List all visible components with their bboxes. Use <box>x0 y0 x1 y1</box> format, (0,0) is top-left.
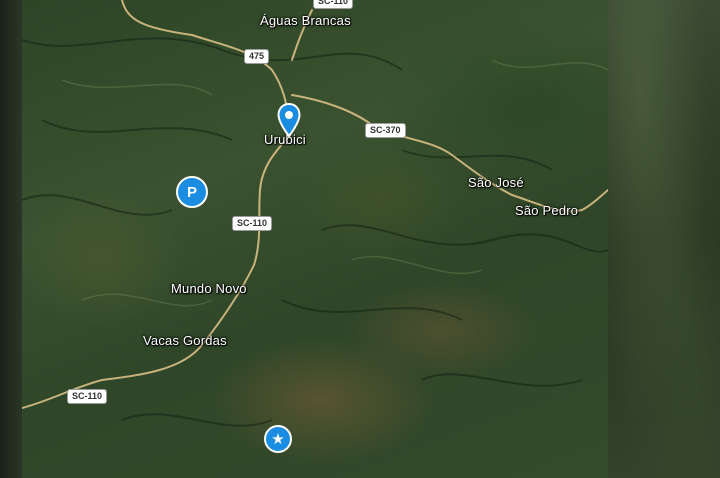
map-viewer: SC-110 475 SC-370 SC-110 SC-110 Águas Br… <box>0 0 720 478</box>
blurred-border-right <box>608 0 720 478</box>
place-label-aguas-brancas: Águas Brancas <box>260 13 351 28</box>
map-pin-icon <box>277 102 301 138</box>
place-label-mundo-novo: Mundo Novo <box>171 281 247 296</box>
place-label-vacas-gordas: Vacas Gordas <box>143 333 227 348</box>
blurred-border-left <box>0 0 22 478</box>
location-pin[interactable] <box>277 102 301 142</box>
road-shield-top: SC-110 <box>313 0 354 9</box>
star-icon: ★ <box>271 431 285 448</box>
place-label-sao-pedro: São Pedro <box>515 203 579 218</box>
road-shield-sc110-north: SC-110 <box>232 216 273 231</box>
starred-place-marker[interactable]: ★ <box>264 425 292 453</box>
road-shield-sc370: SC-370 <box>365 123 406 138</box>
parking-marker[interactable]: P <box>176 176 208 208</box>
parking-icon: P <box>186 183 197 201</box>
satellite-map[interactable]: SC-110 475 SC-370 SC-110 SC-110 Águas Br… <box>22 0 608 478</box>
terrain-and-roads <box>22 0 608 427</box>
road-shield-sc110-south: SC-110 <box>67 389 108 404</box>
road-shield-475: 475 <box>244 49 270 64</box>
place-label-sao-jose: São José <box>468 175 524 190</box>
